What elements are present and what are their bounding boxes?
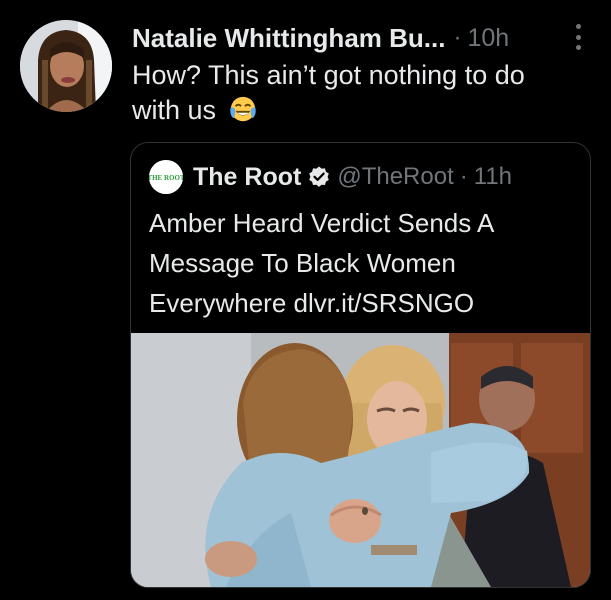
quoted-tweet-photo[interactable] — [131, 333, 590, 587]
quoted-author-name[interactable]: The Root — [193, 163, 301, 192]
the-root-logo[interactable]: THE ROOT — [149, 160, 183, 194]
avatar[interactable] — [20, 20, 112, 112]
tweet-header: Natalie Whittingham Bu... · 10h — [132, 20, 509, 56]
tweet-text: How? This ain’t got nothing to do with u… — [132, 58, 572, 128]
the-root-logo-mark: THE ROOT — [149, 160, 183, 194]
separator-dot: · — [453, 24, 462, 51]
more-options-icon[interactable] — [573, 24, 583, 50]
verified-badge-icon — [309, 166, 330, 187]
quoted-tweet-card[interactable]: THE ROOT The Root @TheRoot · 11h Amber H… — [130, 142, 591, 588]
avatar-photo — [20, 20, 112, 112]
tweet-body: How? This ain’t got nothing to do with u… — [132, 60, 525, 125]
quoted-separator-dot: · — [459, 163, 468, 190]
tweet-timestamp[interactable]: 10h — [467, 24, 509, 53]
quoted-tweet-header: THE ROOT The Root @TheRoot · 11h — [149, 160, 512, 194]
tweet[interactable]: Natalie Whittingham Bu... · 10h How? Thi… — [0, 0, 611, 600]
quoted-author-handle[interactable]: @TheRoot — [337, 163, 453, 191]
quoted-tweet-timestamp[interactable]: 11h — [474, 163, 512, 191]
quoted-tweet-text: Amber Heard Verdict Sends A Message To B… — [149, 208, 493, 318]
courtroom-hug-photo — [131, 333, 590, 587]
svg-text:THE ROOT: THE ROOT — [149, 174, 183, 182]
face-with-tears-of-joy-icon — [229, 96, 256, 122]
author-name[interactable]: Natalie Whittingham Bu... — [132, 23, 445, 54]
